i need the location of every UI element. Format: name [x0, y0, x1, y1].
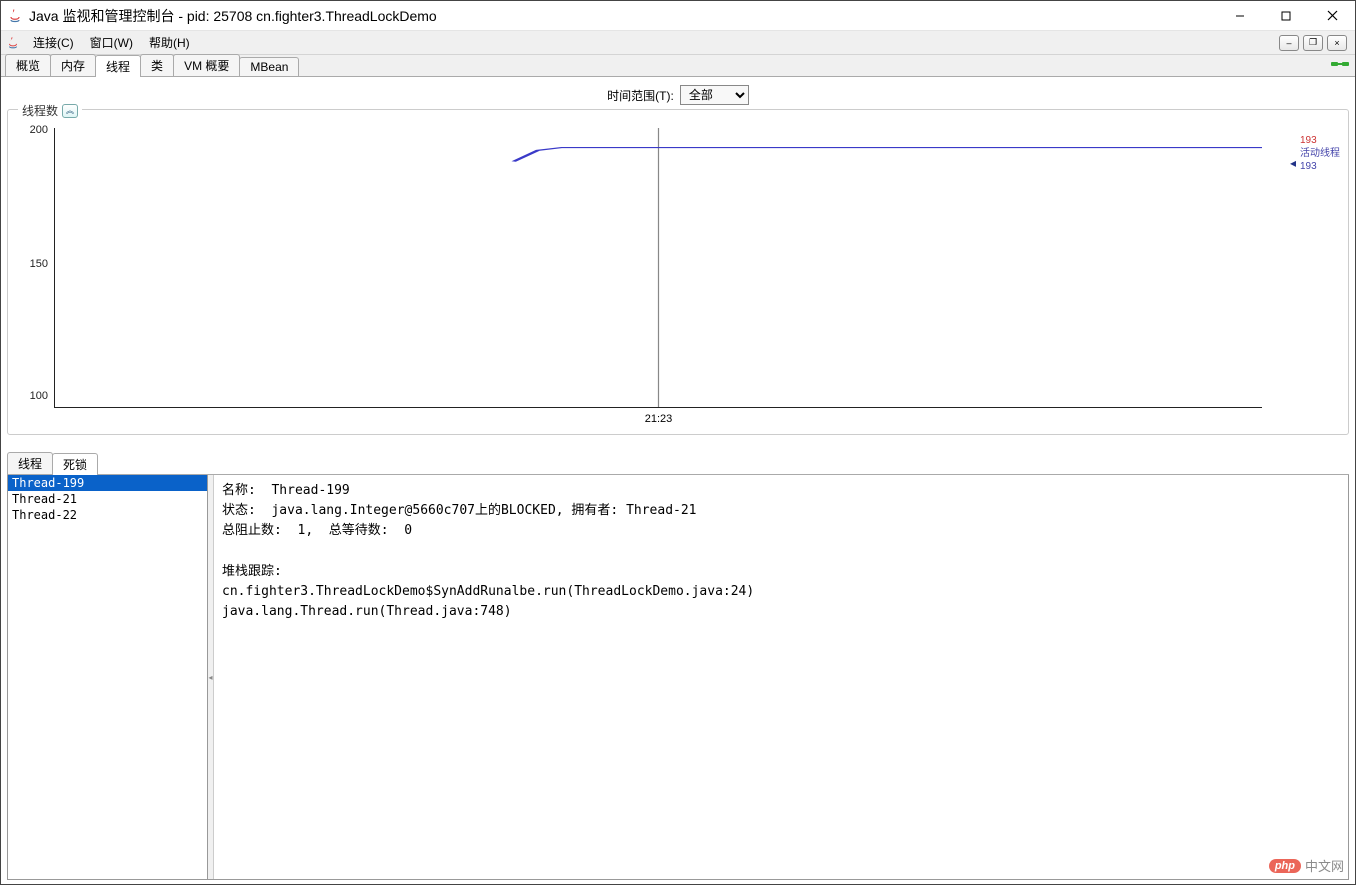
minimize-button[interactable]	[1217, 1, 1263, 31]
mdi-restore-button[interactable]: ❐	[1303, 35, 1323, 51]
window-controls	[1217, 1, 1355, 31]
menu-help[interactable]: 帮助(H)	[141, 32, 198, 53]
tab-memory[interactable]: 内存	[50, 54, 96, 76]
timerange-label: 时间范围(T):	[607, 87, 674, 104]
timerange-select[interactable]: 全部	[680, 85, 749, 105]
maximize-button[interactable]	[1263, 1, 1309, 31]
thread-list[interactable]: Thread-199 Thread-21 Thread-22	[8, 475, 208, 879]
tab-overview[interactable]: 概览	[5, 54, 51, 76]
main-tabs: 概览 内存 线程 类 VM 概要 MBean	[1, 55, 1355, 77]
php-badge: php	[1269, 859, 1301, 873]
chart-y-axis: 200 150 100	[14, 118, 54, 428]
window-title: Java 监视和管理控制台 - pid: 25708 cn.fighter3.T…	[29, 6, 1217, 26]
mdi-close-button[interactable]: ×	[1327, 35, 1347, 51]
thread-detail: 名称: Thread-199 状态: java.lang.Integer@566…	[214, 475, 1348, 879]
timerange-row: 时间范围(T): 全部	[7, 81, 1349, 109]
watermark-text: 中文网	[1305, 856, 1344, 875]
watermark: php 中文网	[1269, 856, 1344, 875]
collapse-chart-button[interactable]: ︽	[62, 104, 78, 118]
subtab-threads[interactable]: 线程	[7, 452, 53, 474]
tab-mbean[interactable]: MBean	[239, 57, 299, 76]
menu-window[interactable]: 窗口(W)	[82, 32, 141, 53]
menu-connect[interactable]: 连接(C)	[25, 32, 82, 53]
y-tick-200: 200	[30, 124, 48, 136]
chart-area: 200 150 100 21:23 193 活动线程 193 ◂	[14, 118, 1342, 428]
tab-threads[interactable]: 线程	[95, 55, 141, 77]
mdi-minimize-button[interactable]: –	[1279, 35, 1299, 51]
chart-plot[interactable]: 21:23 193 活动线程 193 ◂	[54, 128, 1262, 408]
chart-panel: 线程数 ︽ 200 150 100 21:23 193 活动线程 193 ◂	[7, 109, 1349, 435]
java-icon-small	[5, 35, 21, 51]
legend-peak-value: 193	[1300, 134, 1340, 147]
titlebar: Java 监视和管理控制台 - pid: 25708 cn.fighter3.T…	[1, 1, 1355, 31]
thread-item-0[interactable]: Thread-199	[8, 475, 207, 491]
content-area: 时间范围(T): 全部 线程数 ︽ 200 150 100 21:23 19	[1, 77, 1355, 884]
close-button[interactable]	[1309, 1, 1355, 31]
connection-status-icon	[1331, 57, 1349, 71]
y-tick-100: 100	[30, 390, 48, 402]
legend-live-label: 活动线程	[1300, 147, 1340, 160]
chart-legend-title: 线程数 ︽	[18, 102, 82, 119]
tab-classes[interactable]: 类	[140, 54, 174, 76]
java-icon	[7, 8, 23, 24]
tab-vm[interactable]: VM 概要	[173, 54, 240, 76]
subtab-deadlock[interactable]: 死锁	[52, 453, 98, 475]
legend-marker-icon: ◂	[1290, 156, 1296, 172]
thread-item-2[interactable]: Thread-22	[8, 507, 207, 523]
menubar: 连接(C) 窗口(W) 帮助(H) – ❐ ×	[1, 31, 1355, 55]
sub-tabs: 线程 死锁	[7, 455, 1349, 475]
x-tick-label: 21:23	[645, 413, 673, 425]
mdi-controls: – ❐ ×	[1279, 35, 1347, 51]
detail-panel: Thread-199 Thread-21 Thread-22 ◂ 名称: Thr…	[7, 475, 1349, 880]
chart-legend: 193 活动线程 193 ◂	[1300, 134, 1340, 173]
legend-live-value: 193	[1300, 160, 1340, 173]
thread-item-1[interactable]: Thread-21	[8, 491, 207, 507]
y-tick-150: 150	[30, 258, 48, 270]
